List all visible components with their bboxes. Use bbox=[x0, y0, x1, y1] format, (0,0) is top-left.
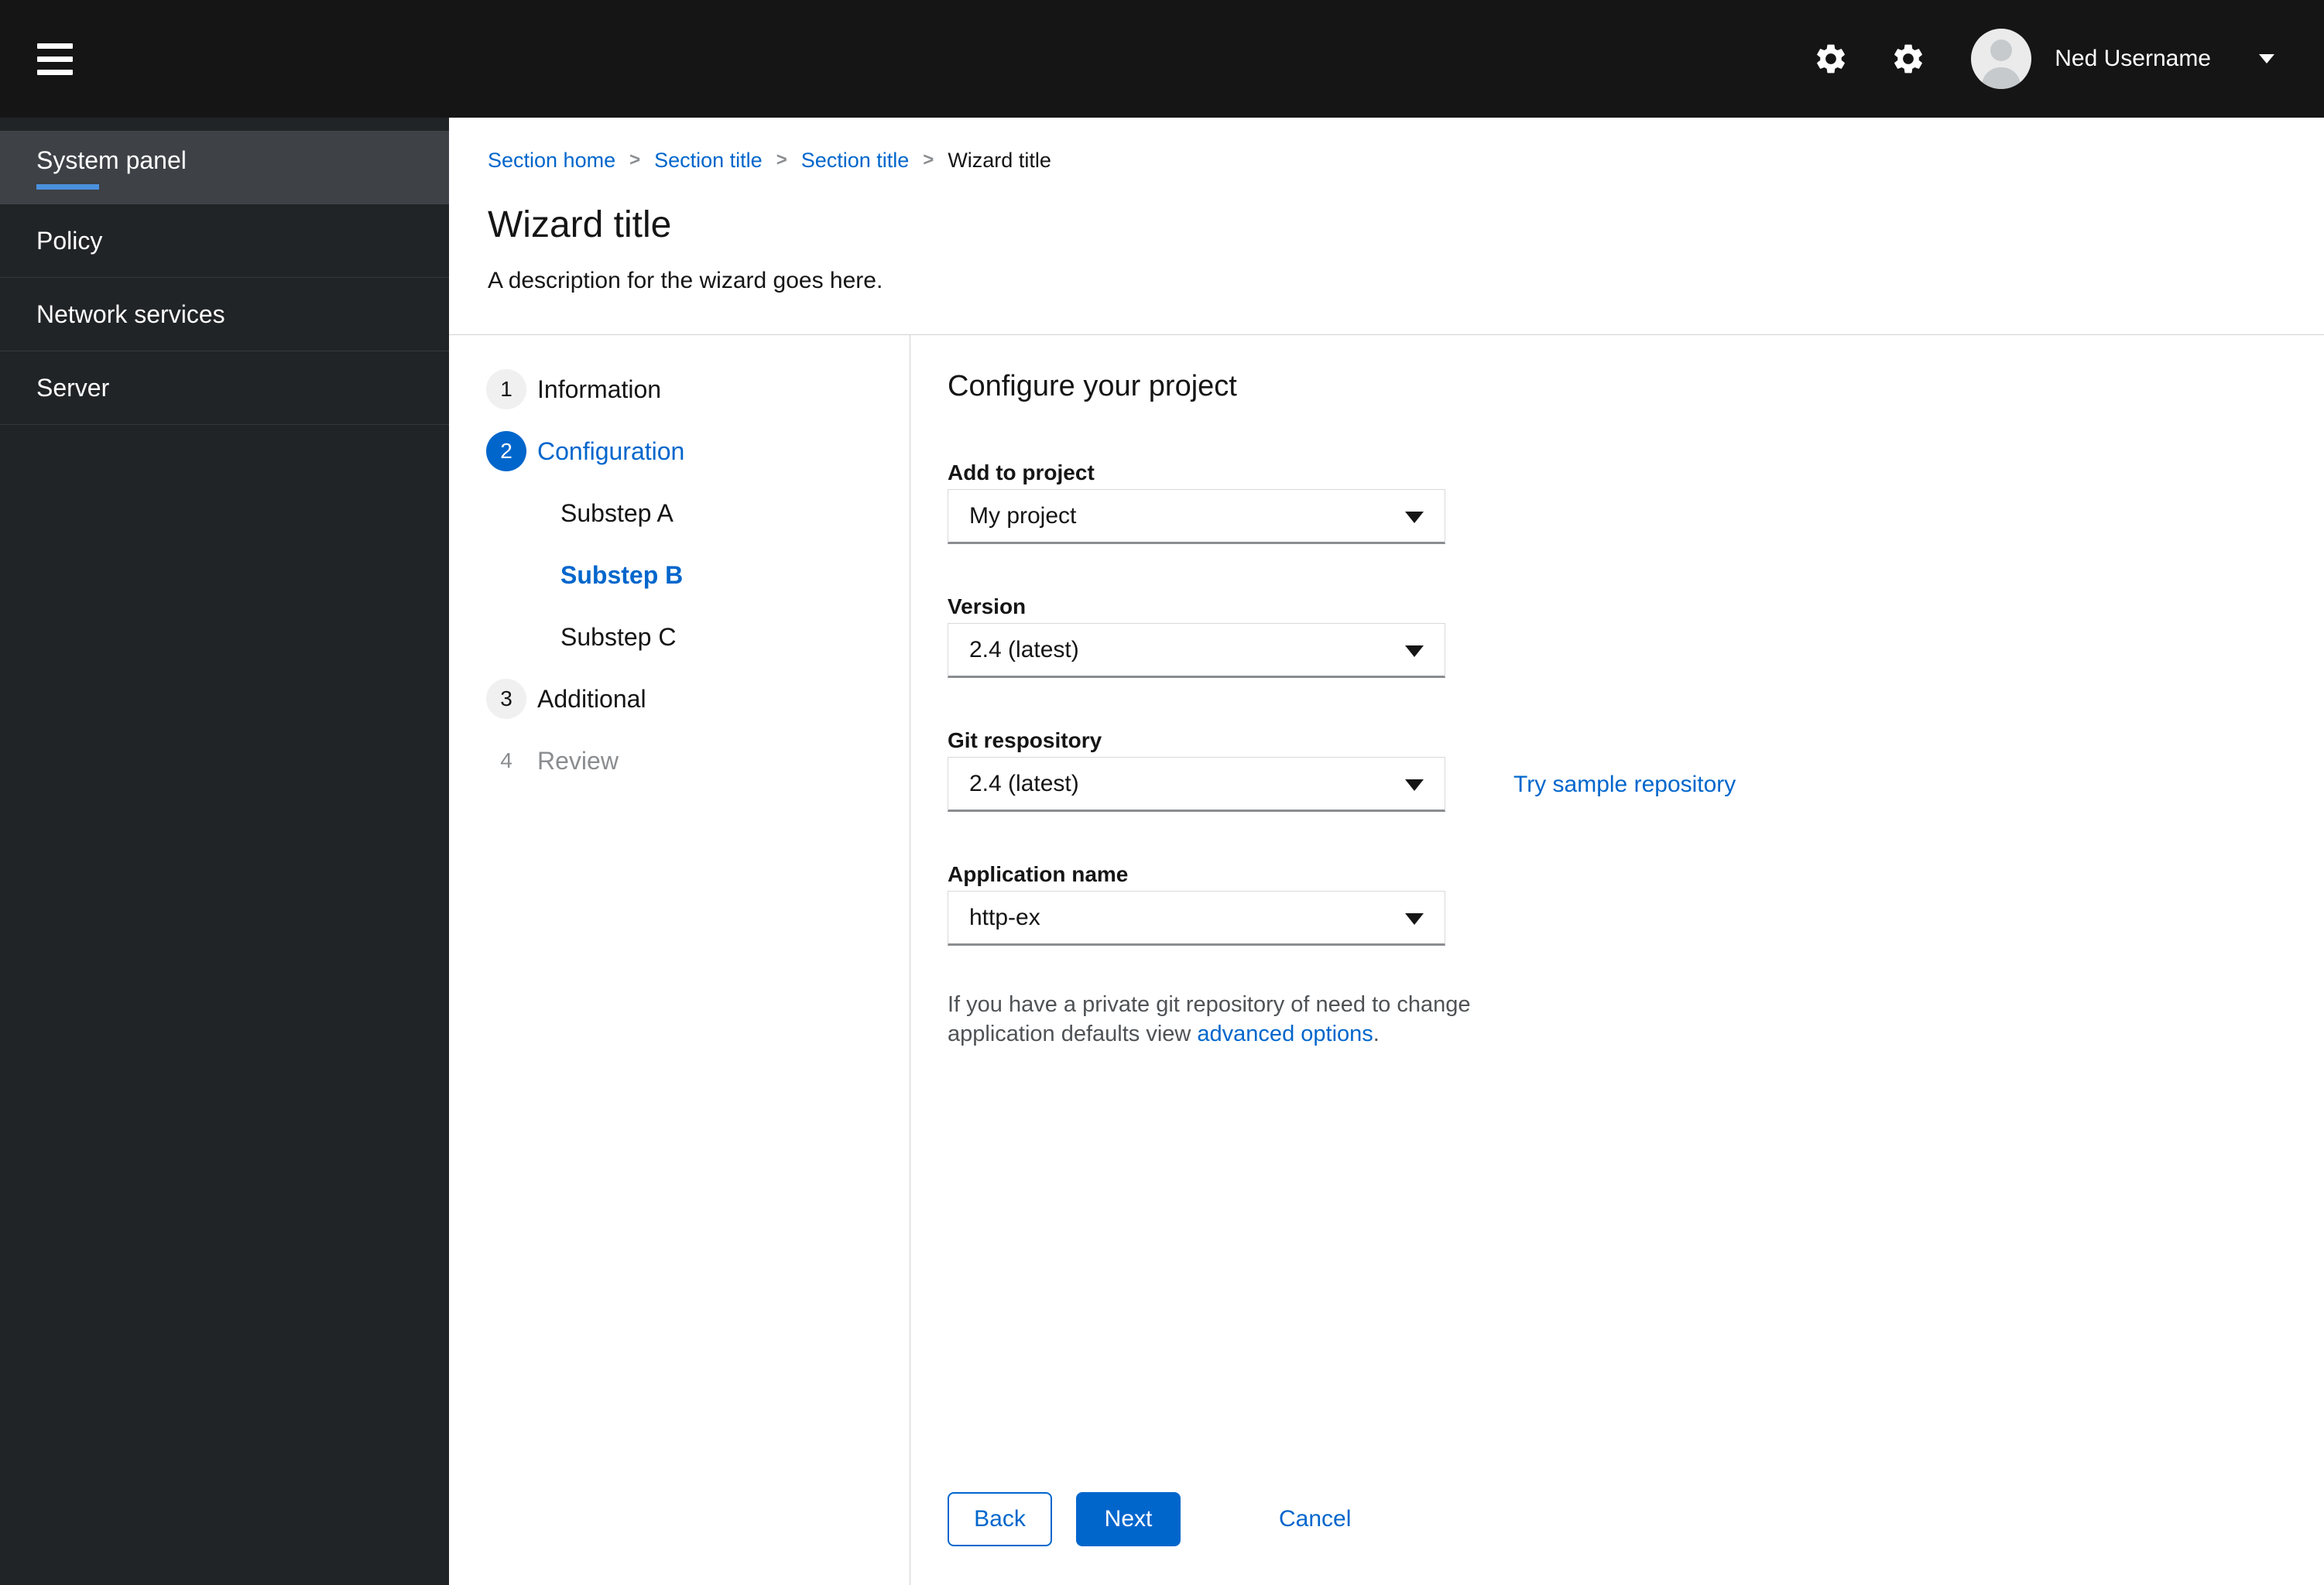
chevron-right-icon: > bbox=[923, 149, 934, 170]
active-indicator bbox=[36, 183, 99, 190]
sidebar-item-label: System panel bbox=[36, 145, 187, 174]
wizard-substep-b[interactable]: Substep B bbox=[486, 544, 910, 606]
sidebar-item-policy[interactable]: Policy bbox=[0, 204, 449, 278]
hamburger-icon bbox=[37, 43, 73, 49]
select-value: http-ex bbox=[969, 904, 1040, 930]
settings-gear-icon[interactable] bbox=[1813, 40, 1850, 77]
settings-gear-icon-2[interactable] bbox=[1890, 40, 1928, 77]
sidebar: System panel Policy Network services Ser… bbox=[0, 118, 449, 1585]
wizard-body: Configure your project Add to project My… bbox=[910, 335, 2324, 1585]
breadcrumb-link-section-title-1[interactable]: Section title bbox=[654, 147, 763, 173]
page-description: A description for the wizard goes here. bbox=[488, 268, 883, 293]
caret-down-icon bbox=[1405, 912, 1424, 925]
step-number-badge: 2 bbox=[486, 431, 526, 471]
helper-text: If you have a private git repository of … bbox=[948, 992, 1471, 1046]
sidebar-item-label: Network services bbox=[36, 300, 225, 328]
wizard-step-information[interactable]: 1 Information bbox=[486, 358, 910, 420]
chevron-right-icon: > bbox=[776, 149, 787, 170]
application-window: Ned Username System panel Policy Network… bbox=[0, 0, 2324, 1585]
wizard: 1 Information 2 Configuration Substep A … bbox=[449, 335, 2324, 1585]
select-value: 2.4 (latest) bbox=[969, 636, 1079, 662]
menu-toggle-button[interactable] bbox=[37, 43, 73, 75]
username[interactable]: Ned Username bbox=[2055, 46, 2211, 72]
wizard-substep-a[interactable]: Substep A bbox=[486, 482, 910, 544]
form-group-git-repository: Git respository 2.4 (latest) Try sample … bbox=[948, 727, 2324, 812]
wizard-step-review: 4 Review bbox=[486, 730, 910, 792]
caret-down-icon bbox=[1405, 511, 1424, 523]
sidebar-item-system-panel[interactable]: System panel bbox=[0, 131, 449, 204]
form-group-add-to-project: Add to project My project bbox=[948, 460, 2324, 544]
form-group-version: Version 2.4 (latest) bbox=[948, 594, 2324, 678]
field-label: Version bbox=[948, 594, 1027, 618]
sidebar-item-server[interactable]: Server bbox=[0, 351, 449, 425]
back-button[interactable]: Back bbox=[948, 1492, 1052, 1546]
caret-down-icon bbox=[1405, 645, 1424, 657]
form-group-application-name: Application name http-ex bbox=[948, 861, 2324, 946]
breadcrumb-current: Wizard title bbox=[948, 149, 1051, 172]
git-repository-select[interactable]: 2.4 (latest) bbox=[948, 757, 1445, 812]
breadcrumb: Section home > Section title > Section t… bbox=[488, 147, 2285, 173]
form-heading: Configure your project bbox=[948, 370, 1237, 402]
sidebar-item-label: Server bbox=[36, 373, 110, 402]
wizard-step-nav: 1 Information 2 Configuration Substep A … bbox=[449, 335, 910, 1585]
field-label: Application name bbox=[948, 862, 1129, 886]
chevron-down-icon[interactable] bbox=[2259, 54, 2274, 63]
caret-down-icon bbox=[1405, 779, 1424, 791]
select-value: My project bbox=[969, 502, 1077, 529]
add-to-project-select[interactable]: My project bbox=[948, 489, 1445, 544]
sidebar-item-label: Policy bbox=[36, 226, 103, 255]
wizard-step-configuration[interactable]: 2 Configuration bbox=[486, 420, 910, 482]
avatar[interactable] bbox=[1971, 29, 2032, 89]
masthead: Ned Username bbox=[0, 0, 2324, 118]
page-title: Wizard title bbox=[488, 204, 672, 245]
select-value: 2.4 (latest) bbox=[969, 770, 1079, 796]
try-sample-repository-link[interactable]: Try sample repository bbox=[1513, 772, 1736, 798]
wizard-substep-c[interactable]: Substep C bbox=[486, 606, 910, 668]
main-content: Section home > Section title > Section t… bbox=[449, 118, 2324, 1585]
application-name-select[interactable]: http-ex bbox=[948, 891, 1445, 946]
wizard-footer: Back Next Cancel bbox=[948, 1492, 2324, 1546]
cancel-button[interactable]: Cancel bbox=[1279, 1506, 1351, 1532]
next-button[interactable]: Next bbox=[1076, 1492, 1181, 1546]
version-select[interactable]: 2.4 (latest) bbox=[948, 623, 1445, 678]
advanced-options-link[interactable]: advanced options bbox=[1197, 1022, 1373, 1046]
page-header: Section home > Section title > Section t… bbox=[449, 118, 2324, 335]
step-number-badge: 3 bbox=[486, 679, 526, 719]
masthead-toolbar: Ned Username bbox=[1813, 29, 2274, 89]
step-number-badge: 4 bbox=[500, 748, 512, 772]
step-number-badge: 1 bbox=[486, 369, 526, 409]
breadcrumb-link-section-title-2[interactable]: Section title bbox=[801, 147, 910, 173]
field-label: Git respository bbox=[948, 728, 1102, 752]
sidebar-item-network-services[interactable]: Network services bbox=[0, 278, 449, 351]
breadcrumb-link-section-home[interactable]: Section home bbox=[488, 147, 615, 173]
chevron-right-icon: > bbox=[629, 149, 641, 170]
wizard-step-additional[interactable]: 3 Additional bbox=[486, 668, 910, 730]
field-label: Add to project bbox=[948, 460, 1095, 484]
